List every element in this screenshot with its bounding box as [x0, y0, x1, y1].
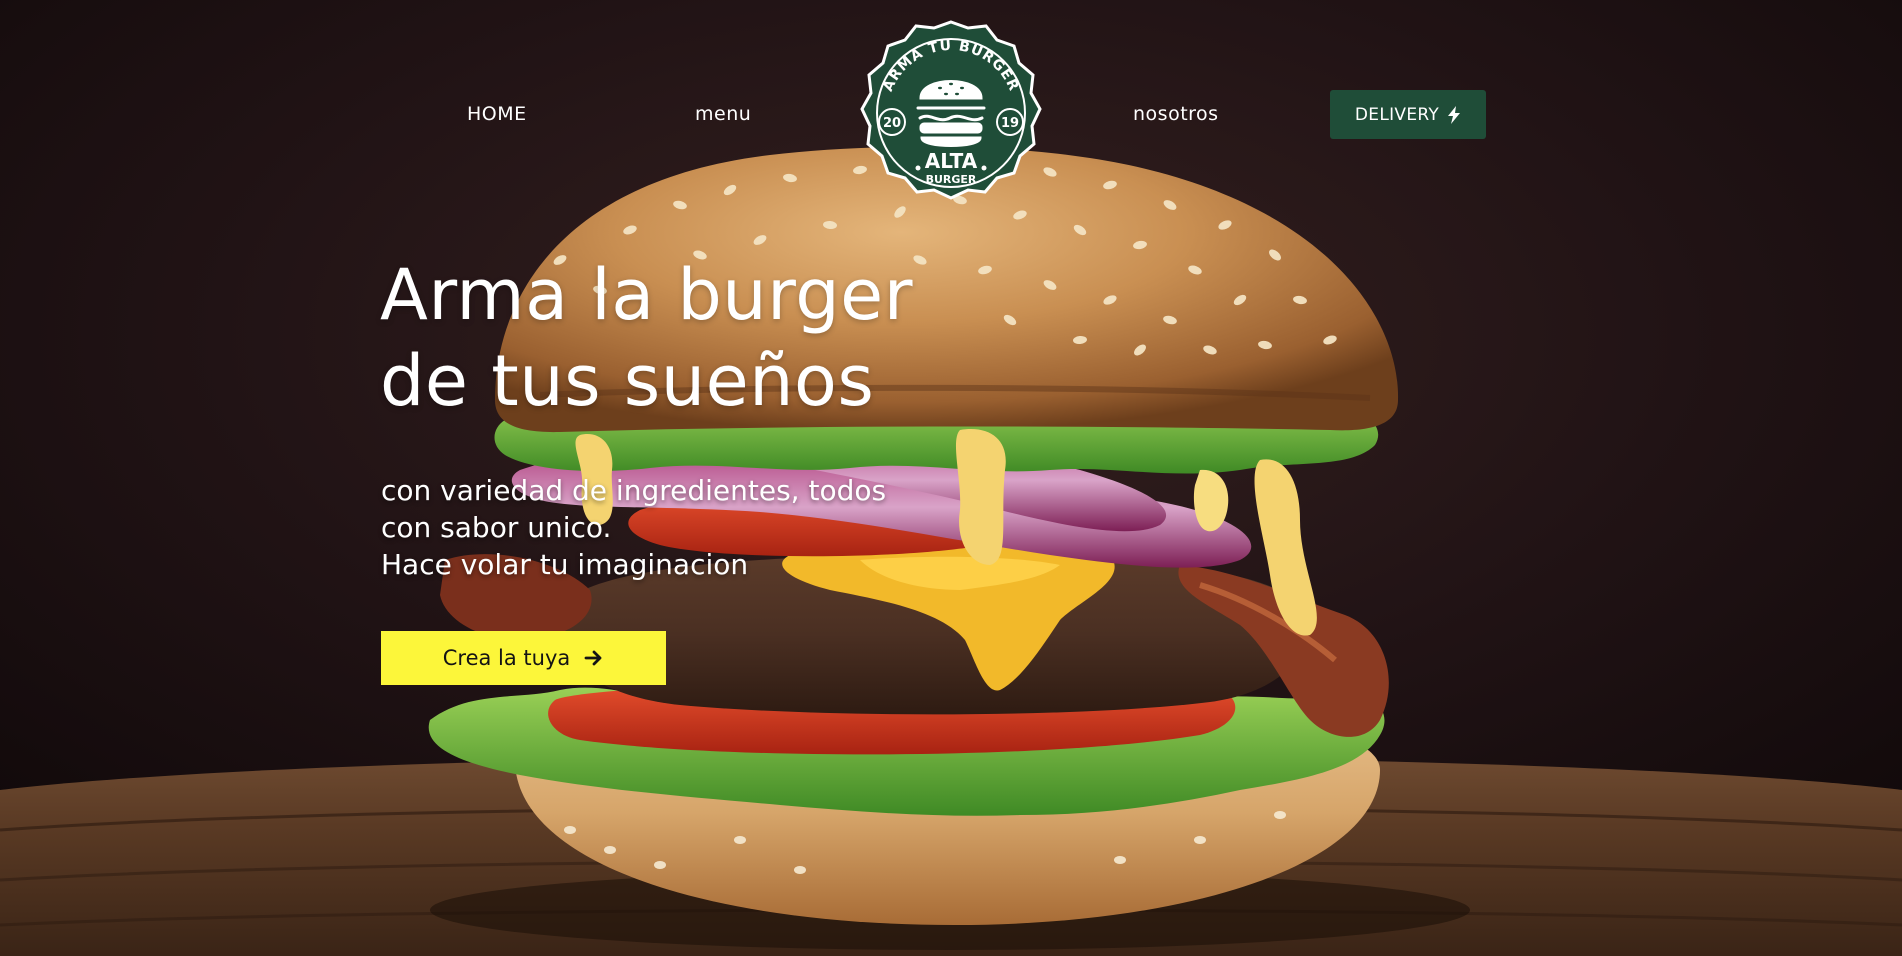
- logo-year-left: 20: [883, 116, 901, 131]
- lightning-bolt-icon: [1448, 105, 1461, 124]
- nav-menu[interactable]: menu: [695, 100, 751, 128]
- nav-nosotros[interactable]: nosotros: [1133, 100, 1219, 128]
- delivery-label: DELIVERY: [1354, 104, 1440, 125]
- landing-page: HOME menu ARMA TU BURGER 20 19 ALTA BURG…: [0, 0, 1902, 956]
- cta-label: Crea la tuya: [442, 646, 571, 670]
- nav-home[interactable]: HOME: [467, 100, 527, 128]
- hero-title-line-2: de tus sueños: [380, 340, 875, 422]
- hero-subtitle: con variedad de ingredientes, todos con …: [381, 472, 886, 583]
- crea-la-tuya-button[interactable]: Crea la tuya: [381, 631, 666, 685]
- hero-subtitle-line-2: con sabor unico.: [381, 511, 612, 544]
- delivery-button[interactable]: DELIVERY: [1330, 90, 1486, 139]
- alta-burger-logo[interactable]: ARMA TU BURGER 20 19 ALTA BURGER: [858, 18, 1044, 208]
- logo-subname: BURGER: [926, 173, 977, 186]
- hero-title: Arma la burger de tus sueños: [380, 252, 913, 424]
- hero-subtitle-line-3: Hace volar tu imaginacion: [381, 548, 749, 581]
- logo-name: ALTA: [925, 149, 978, 173]
- logo-year-right: 19: [1001, 116, 1019, 131]
- hero-subtitle-line-1: con variedad de ingredientes, todos: [381, 474, 887, 507]
- arrow-right-icon: [584, 650, 602, 666]
- hero-title-line-1: Arma la burger: [380, 254, 913, 336]
